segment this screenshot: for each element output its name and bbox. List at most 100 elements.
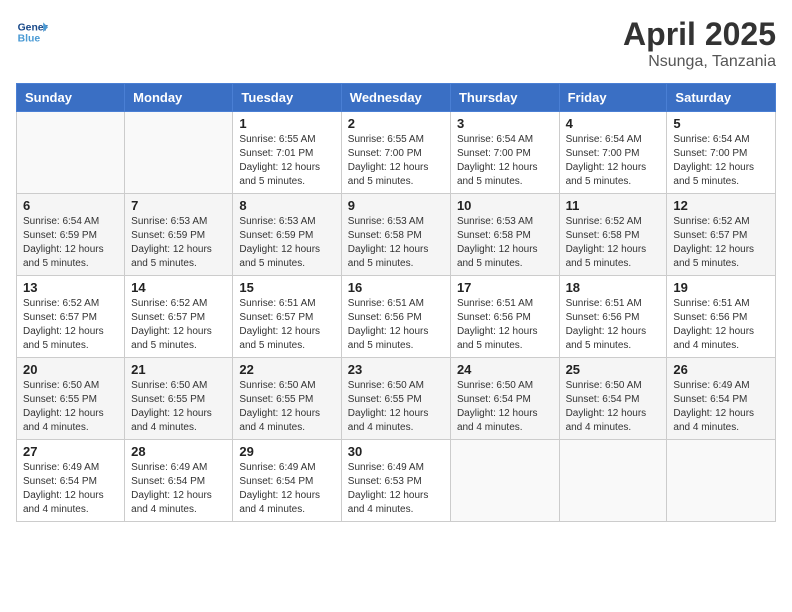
day-number: 7 (131, 198, 226, 213)
weekday-header-cell: Tuesday (233, 84, 341, 112)
calendar-day-cell: 6Sunrise: 6:54 AMSunset: 6:59 PMDaylight… (17, 194, 125, 276)
day-info: Sunrise: 6:50 AMSunset: 6:54 PMDaylight:… (566, 379, 661, 435)
day-info: Sunrise: 6:54 AMSunset: 7:00 PMDaylight:… (566, 133, 661, 189)
weekday-header-cell: Friday (559, 84, 667, 112)
calendar-day-cell: 1 Sunrise: 6:55 AMSunset: 7:01 PMDaylight… (233, 112, 341, 194)
day-number: 29 (239, 444, 334, 459)
day-info: Sunrise: 6:51 AMSunset: 6:56 PMDaylight:… (348, 297, 444, 353)
calendar-day-cell: 14 Sunrise: 6:52 AMSunset: 6:57 PMDayligh… (125, 276, 233, 358)
day-number: 25 (566, 362, 661, 377)
day-number: 30 (348, 444, 444, 459)
day-info: Sunrise: 6:50 AMSunset: 6:54 PMDaylight:… (457, 379, 553, 435)
calendar-day-cell (667, 440, 776, 522)
calendar-day-cell: 25 Sunrise: 6:50 AMSunset: 6:54 PMDayligh… (559, 358, 667, 440)
day-number: 9 (348, 198, 444, 213)
day-number: 22 (239, 362, 334, 377)
calendar-day-cell (450, 440, 559, 522)
day-info: Sunrise: 6:51 AMSunset: 6:57 PMDaylight:… (239, 297, 334, 353)
day-info: Sunrise: 6:52 AMSunset: 6:57 PMDaylight:… (673, 215, 769, 271)
calendar-day-cell: 13Sunrise: 6:52 AMSunset: 6:57 PMDayligh… (17, 276, 125, 358)
day-number: 1 (239, 116, 334, 131)
calendar-day-cell: 20 Sunrise: 6:50 AMSunset: 6:55 PMDayligh… (17, 358, 125, 440)
day-number: 14 (131, 280, 226, 295)
calendar-day-cell: 12 Sunrise: 6:52 AMSunset: 6:57 PMDayligh… (667, 194, 776, 276)
calendar-day-cell: 2 Sunrise: 6:55 AMSunset: 7:00 PMDaylight… (341, 112, 450, 194)
calendar-day-cell: 4 Sunrise: 6:54 AMSunset: 7:00 PMDaylight… (559, 112, 667, 194)
day-info: Sunrise: 6:49 AMSunset: 6:53 PMDaylight:… (348, 461, 444, 517)
day-info: Sunrise: 6:50 AMSunset: 6:55 PMDaylight:… (131, 379, 226, 435)
day-number: 2 (348, 116, 444, 131)
logo-icon: General Blue (16, 16, 48, 48)
day-number: 21 (131, 362, 226, 377)
day-info: Sunrise: 6:55 AMSunset: 7:01 PMDaylight:… (239, 133, 334, 189)
day-number: 27 (23, 444, 118, 459)
day-info: Sunrise: 6:55 AMSunset: 7:00 PMDaylight:… (348, 133, 444, 189)
day-number: 4 (566, 116, 661, 131)
day-number: 11 (566, 198, 661, 213)
day-info: Sunrise: 6:52 AMSunset: 6:57 PMDaylight:… (131, 297, 226, 353)
calendar-day-cell: 3 Sunrise: 6:54 AMSunset: 7:00 PMDaylight… (450, 112, 559, 194)
day-info: Sunrise: 6:49 AMSunset: 6:54 PMDaylight:… (131, 461, 226, 517)
day-info: Sunrise: 6:51 AMSunset: 6:56 PMDaylight:… (673, 297, 769, 353)
day-number: 28 (131, 444, 226, 459)
calendar-day-cell: 27 Sunrise: 6:49 AMSunset: 6:54 PMDayligh… (17, 440, 125, 522)
calendar-day-cell: 26 Sunrise: 6:49 AMSunset: 6:54 PMDayligh… (667, 358, 776, 440)
weekday-header-cell: Monday (125, 84, 233, 112)
day-number: 10 (457, 198, 553, 213)
day-number: 24 (457, 362, 553, 377)
calendar-day-cell: 16 Sunrise: 6:51 AMSunset: 6:56 PMDayligh… (341, 276, 450, 358)
calendar-day-cell: 11Sunrise: 6:52 AMSunset: 6:58 PMDayligh… (559, 194, 667, 276)
calendar-day-cell (125, 112, 233, 194)
day-number: 23 (348, 362, 444, 377)
day-info: Sunrise: 6:52 AMSunset: 6:57 PMDaylight:… (23, 297, 118, 353)
day-number: 5 (673, 116, 769, 131)
day-number: 26 (673, 362, 769, 377)
weekday-header-cell: Wednesday (341, 84, 450, 112)
calendar-week-row: 20 Sunrise: 6:50 AMSunset: 6:55 PMDayligh… (17, 358, 776, 440)
calendar-day-cell (559, 440, 667, 522)
day-number: 6 (23, 198, 118, 213)
day-info: Sunrise: 6:49 AMSunset: 6:54 PMDaylight:… (23, 461, 118, 517)
calendar-day-cell: 21 Sunrise: 6:50 AMSunset: 6:55 PMDayligh… (125, 358, 233, 440)
calendar-week-row: 1 Sunrise: 6:55 AMSunset: 7:01 PMDaylight… (17, 112, 776, 194)
page-header: General Blue April 2025 Nsunga, Tanzania (16, 16, 776, 71)
day-info: Sunrise: 6:54 AMSunset: 7:00 PMDaylight:… (673, 133, 769, 189)
day-info: Sunrise: 6:49 AMSunset: 6:54 PMDaylight:… (239, 461, 334, 517)
day-info: Sunrise: 6:53 AMSunset: 6:58 PMDaylight:… (348, 215, 444, 271)
day-number: 16 (348, 280, 444, 295)
calendar-day-cell: 22 Sunrise: 6:50 AMSunset: 6:55 PMDayligh… (233, 358, 341, 440)
calendar-day-cell: 8Sunrise: 6:53 AMSunset: 6:59 PMDaylight… (233, 194, 341, 276)
day-number: 3 (457, 116, 553, 131)
location-title: Nsunga, Tanzania (623, 53, 776, 71)
day-info: Sunrise: 6:49 AMSunset: 6:54 PMDaylight:… (673, 379, 769, 435)
title-area: April 2025 Nsunga, Tanzania (623, 16, 776, 71)
weekday-header-cell: Saturday (667, 84, 776, 112)
day-number: 19 (673, 280, 769, 295)
day-number: 17 (457, 280, 553, 295)
weekday-header-cell: Thursday (450, 84, 559, 112)
calendar-week-row: 27 Sunrise: 6:49 AMSunset: 6:54 PMDayligh… (17, 440, 776, 522)
calendar-day-cell: 19 Sunrise: 6:51 AMSunset: 6:56 PMDayligh… (667, 276, 776, 358)
weekday-header-row: SundayMondayTuesdayWednesdayThursdayFrid… (17, 84, 776, 112)
calendar-day-cell: 30 Sunrise: 6:49 AMSunset: 6:53 PMDayligh… (341, 440, 450, 522)
svg-text:Blue: Blue (18, 34, 41, 45)
day-number: 18 (566, 280, 661, 295)
weekday-header-cell: Sunday (17, 84, 125, 112)
day-info: Sunrise: 6:50 AMSunset: 6:55 PMDaylight:… (23, 379, 118, 435)
calendar-week-row: 6Sunrise: 6:54 AMSunset: 6:59 PMDaylight… (17, 194, 776, 276)
calendar-day-cell: 15 Sunrise: 6:51 AMSunset: 6:57 PMDayligh… (233, 276, 341, 358)
calendar-day-cell (17, 112, 125, 194)
day-info: Sunrise: 6:54 AMSunset: 7:00 PMDaylight:… (457, 133, 553, 189)
calendar-day-cell: 7Sunrise: 6:53 AMSunset: 6:59 PMDaylight… (125, 194, 233, 276)
calendar-day-cell: 28 Sunrise: 6:49 AMSunset: 6:54 PMDayligh… (125, 440, 233, 522)
calendar-day-cell: 24 Sunrise: 6:50 AMSunset: 6:54 PMDayligh… (450, 358, 559, 440)
day-info: Sunrise: 6:51 AMSunset: 6:56 PMDaylight:… (566, 297, 661, 353)
day-number: 12 (673, 198, 769, 213)
day-number: 15 (239, 280, 334, 295)
day-info: Sunrise: 6:53 AMSunset: 6:58 PMDaylight:… (457, 215, 553, 271)
day-info: Sunrise: 6:50 AMSunset: 6:55 PMDaylight:… (239, 379, 334, 435)
calendar-day-cell: 18 Sunrise: 6:51 AMSunset: 6:56 PMDayligh… (559, 276, 667, 358)
calendar-day-cell: 10 Sunrise: 6:53 AMSunset: 6:58 PMDayligh… (450, 194, 559, 276)
day-number: 20 (23, 362, 118, 377)
calendar-day-cell: 23Sunrise: 6:50 AMSunset: 6:55 PMDayligh… (341, 358, 450, 440)
